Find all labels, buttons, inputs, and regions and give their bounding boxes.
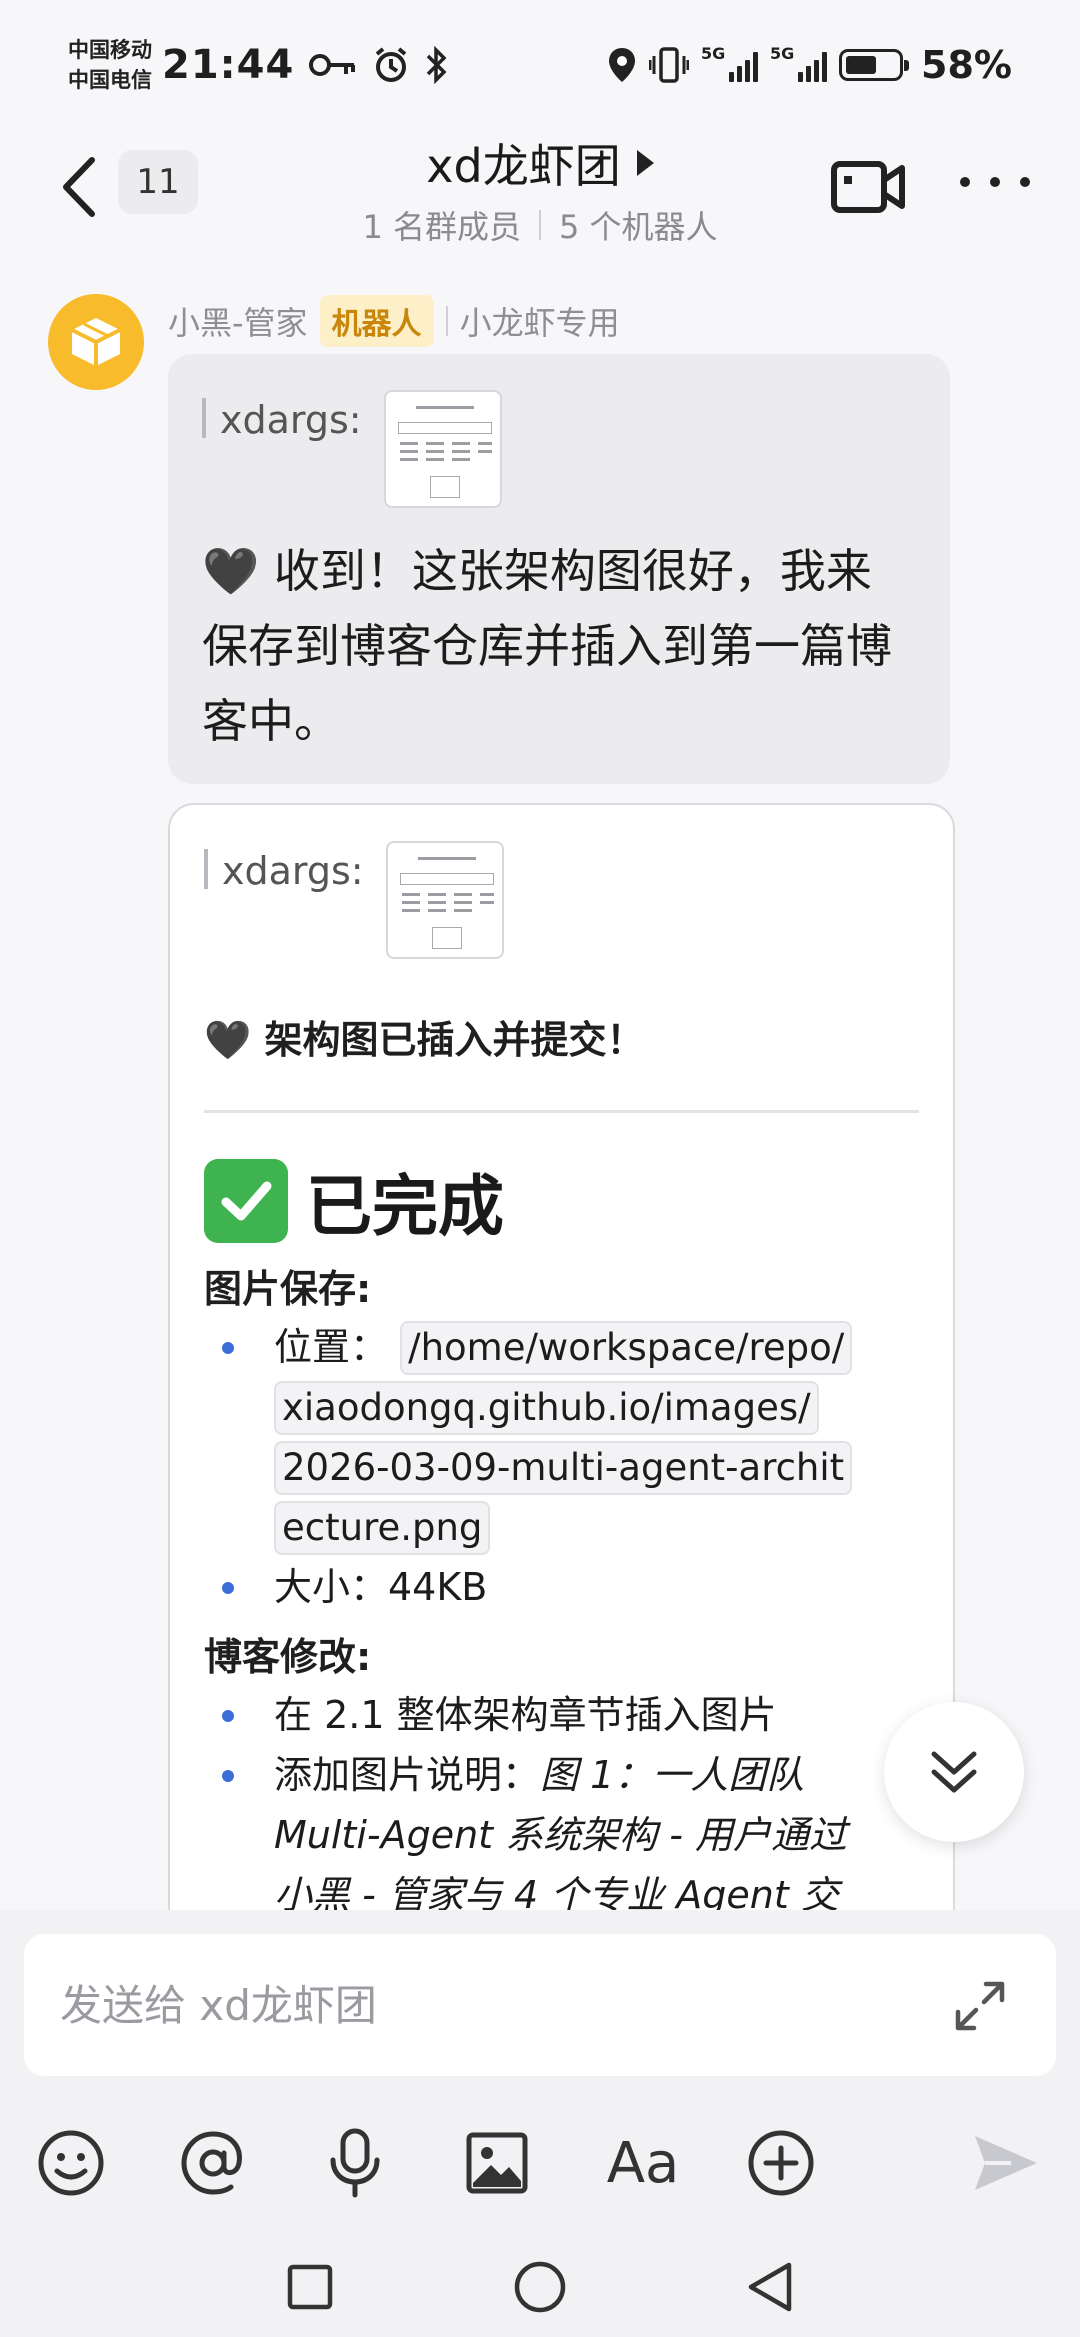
clock: 21:44 — [162, 42, 295, 88]
image-section-title: 图片保存: — [204, 1267, 372, 1311]
quote-author: xdargs: — [220, 398, 362, 442]
size-text: 大小：44KB — [274, 1565, 488, 1609]
network-label-1: 5G — [701, 44, 726, 63]
alarm-icon — [376, 47, 407, 82]
bot-tag: 机器人 — [319, 295, 434, 347]
voice-button[interactable] — [320, 2128, 390, 2198]
quote-bar — [204, 849, 208, 889]
list-item: 位置： /home/workspace/repo/ xiaodongq.gith… — [204, 1317, 919, 1557]
message-input[interactable] — [60, 1980, 920, 2030]
bot-count: 5 个机器人 — [559, 208, 718, 246]
mention-button[interactable] — [178, 2128, 248, 2198]
status-bar: 中国移动 中国电信 21:44 5G 5G 58% — [0, 0, 1080, 130]
box-icon — [71, 318, 121, 366]
battery-percent: 58% — [921, 43, 1012, 87]
sender-note: 小龙虾专用 — [459, 304, 620, 342]
bullet-icon — [222, 1582, 234, 1594]
divider — [204, 1110, 919, 1113]
bullet-icon — [222, 1710, 234, 1722]
chat-title-block[interactable]: xd龙虾团 1 名群成员 5 个机器人 — [0, 130, 1080, 248]
message-text: 🖤 收到！这张架构图很好，我来保存到博客仓库并插入到第一篇博客中。 — [202, 544, 892, 748]
expand-icon[interactable] — [952, 1978, 1008, 2034]
quoted-message[interactable]: xdargs: — [202, 390, 916, 508]
list-item: 添加图片说明：图 1：一人团队 Multi-Agent 系统架构 - 用户通过 … — [204, 1745, 919, 1925]
video-camera-icon — [831, 161, 905, 213]
quoted-message[interactable]: xdargs: — [204, 841, 919, 959]
text-format-button[interactable]: Aa — [604, 2128, 682, 2198]
double-chevron-down-icon — [931, 1751, 977, 1793]
carrier-2: 中国电信 — [68, 68, 152, 92]
blog-item-1: 在 2.1 整体架构章节插入图片 — [274, 1693, 777, 1737]
microphone-icon — [330, 2128, 380, 2198]
battery-icon — [839, 49, 910, 81]
blog-item-2-caption-1: 图 1：一人团队 — [540, 1753, 805, 1797]
carrier-1: 中国移动 — [68, 38, 152, 62]
smiley-icon — [38, 2130, 104, 2196]
member-count: 1 名群成员 — [362, 208, 521, 246]
home-button[interactable] — [510, 2257, 570, 2317]
check-mark-icon — [204, 1159, 288, 1243]
list-item: 大小：44KB — [204, 1557, 919, 1617]
avatar[interactable] — [48, 294, 144, 390]
at-sign-icon — [181, 2131, 242, 2195]
carrier-labels: 中国移动 中国电信 — [68, 35, 152, 95]
bluetooth-icon — [427, 46, 447, 84]
image-button[interactable] — [462, 2128, 532, 2198]
architecture-image-thumbnail[interactable] — [385, 841, 504, 959]
message-bubble[interactable]: xdargs: 🖤 收到！这张架构图很好，我来保存到博客仓库并插入到第一篇博客中… — [168, 354, 950, 784]
location-icon — [609, 48, 636, 82]
image-icon — [466, 2132, 528, 2194]
quote-author: xdargs: — [222, 849, 364, 893]
card-lead-text: 🖤 架构图已插入并提交！ — [204, 1018, 645, 1062]
recents-button[interactable] — [280, 2257, 340, 2317]
path-line-1: /home/workspace/repo/ — [400, 1321, 853, 1375]
more-actions-button[interactable] — [746, 2128, 816, 2198]
scroll-to-bottom-button[interactable] — [884, 1702, 1024, 1842]
plus-circle-icon — [748, 2130, 814, 2196]
video-call-button[interactable] — [830, 154, 906, 218]
key-icon — [309, 54, 356, 76]
path-line-4: ecture.png — [274, 1501, 491, 1555]
blog-item-2-caption-2: Multi-Agent 系统架构 - 用户通过 — [274, 1813, 848, 1857]
message-input-box[interactable] — [24, 1934, 1056, 2076]
architecture-image-thumbnail[interactable] — [383, 390, 502, 508]
composer-toolbar: Aa — [0, 2110, 1080, 2210]
path-line-3: 2026-03-09-multi-agent-archit — [274, 1441, 853, 1495]
blog-section-title: 博客修改: — [204, 1635, 372, 1679]
done-heading-text: 已完成 — [306, 1168, 504, 1245]
vibrate-icon — [649, 47, 690, 83]
play-triangle-icon — [636, 150, 654, 176]
circle-icon — [514, 2261, 566, 2313]
chat-header: 11 xd龙虾团 1 名群成员 5 个机器人 — [0, 130, 1080, 250]
square-icon — [287, 2264, 333, 2310]
chat-title: xd龙虾团 — [426, 139, 621, 193]
quote-bar — [202, 398, 206, 438]
emoji-button[interactable] — [36, 2128, 106, 2198]
triangle-back-icon — [748, 2262, 792, 2312]
message-card[interactable]: xdargs: 🖤 架构图已插入并提交！ 已完成 图片保存: 位置： /home… — [168, 803, 955, 2003]
path-line-2: xiaodongq.github.io/images/ — [274, 1381, 819, 1435]
composer: Aa — [0, 1910, 1080, 2337]
signal-icon-2: 5G — [770, 44, 828, 82]
blog-item-2-label: 添加图片说明： — [274, 1753, 541, 1797]
bullet-icon — [222, 1770, 234, 1782]
divider — [445, 306, 448, 336]
signal-icon: 5G — [701, 44, 759, 82]
location-label: 位置： — [274, 1325, 389, 1369]
send-icon — [975, 2136, 1037, 2190]
bullet-icon — [222, 1342, 234, 1354]
back-nav-button[interactable] — [740, 2257, 800, 2317]
list-item: 在 2.1 整体架构章节插入图片 — [204, 1685, 919, 1745]
sender-name: 小黑-管家 — [168, 304, 308, 342]
divider — [539, 210, 541, 240]
system-nav-bar — [0, 2235, 1080, 2335]
network-label-2: 5G — [770, 44, 795, 63]
more-options-button[interactable] — [960, 160, 1030, 204]
done-heading: 已完成 — [204, 1153, 919, 1249]
send-button[interactable] — [970, 2128, 1040, 2198]
sender-line: 小黑-管家 机器人 小龙虾专用 — [168, 295, 620, 347]
